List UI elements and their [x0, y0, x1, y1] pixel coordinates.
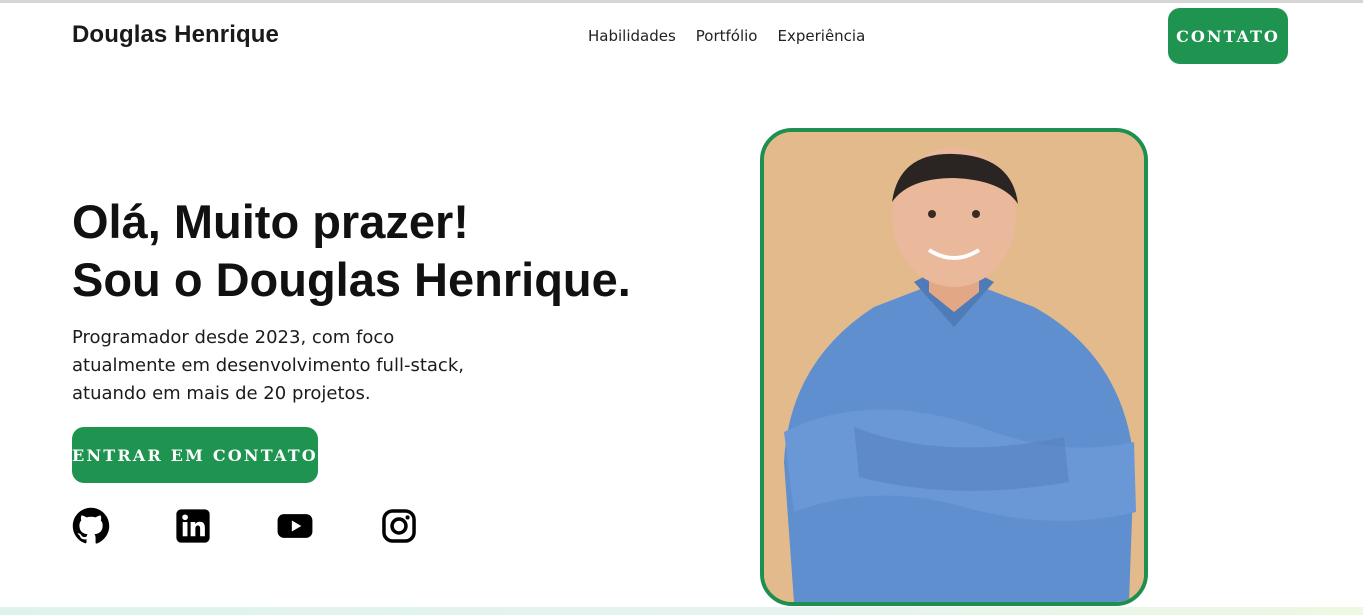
- instagram-icon: [382, 509, 416, 543]
- youtube-icon: [277, 514, 313, 538]
- github-icon: [72, 507, 110, 544]
- nav-link-habilidades[interactable]: Habilidades: [588, 27, 676, 45]
- profile-photo-illustration: [764, 132, 1144, 602]
- linkedin-icon: [176, 509, 210, 543]
- hero-title-line-2: Sou o Douglas Henrique.: [72, 253, 631, 306]
- hero-description: Programador desde 2023, com foco atualme…: [72, 327, 464, 404]
- contact-button[interactable]: CONTATO: [1168, 8, 1288, 64]
- bottom-strip: [0, 607, 1363, 615]
- nav-link-experiencia[interactable]: Experiência: [778, 27, 866, 45]
- youtube-link[interactable]: [276, 507, 314, 545]
- brand-name[interactable]: Douglas Henrique: [72, 21, 279, 49]
- main-nav: Habilidades Portfólio Experiência: [588, 27, 865, 45]
- profile-photo: [760, 128, 1148, 606]
- github-link[interactable]: [72, 507, 110, 545]
- linkedin-link[interactable]: [174, 507, 212, 545]
- get-in-touch-button[interactable]: ENTRAR EM CONTATO: [72, 427, 318, 483]
- nav-link-portfolio[interactable]: Portfólio: [696, 27, 758, 45]
- instagram-link[interactable]: [380, 507, 418, 545]
- hero-title: Olá, Muito prazer! Sou o Douglas Henriqu…: [72, 193, 631, 309]
- site-header: Douglas Henrique Habilidades Portfólio E…: [0, 3, 1363, 69]
- hero-title-line-1: Olá, Muito prazer!: [72, 195, 469, 248]
